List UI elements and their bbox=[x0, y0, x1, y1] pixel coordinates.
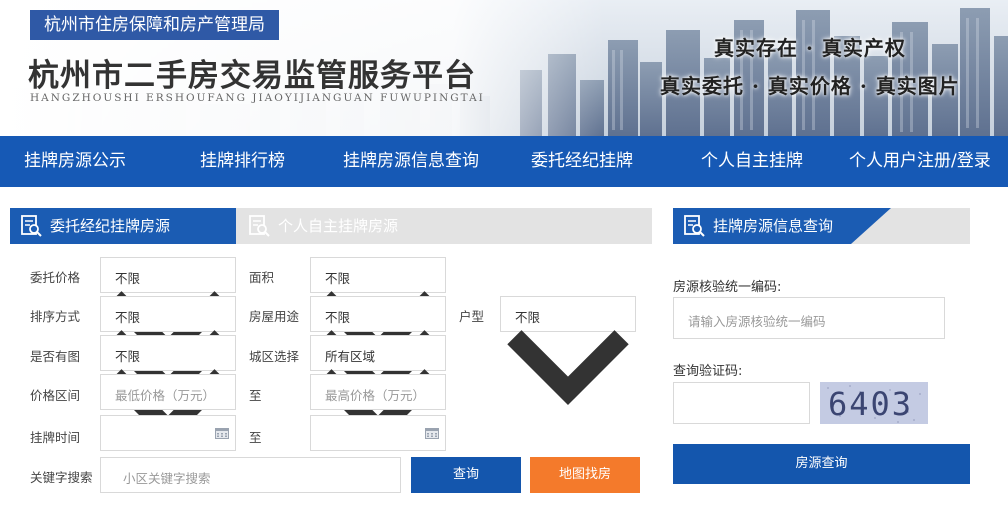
select-price[interactable]: 不限 bbox=[100, 257, 236, 367]
header-banner: 杭州市住房保障和房产管理局 杭州市二手房交易监管服务平台 HANGZHOUSHI… bbox=[0, 0, 1008, 136]
select-area[interactable]: 不限 bbox=[310, 257, 446, 367]
nav-item-register-login[interactable]: 个人用户注册/登录 bbox=[849, 136, 991, 187]
select-has-image[interactable]: 不限 bbox=[100, 335, 236, 445]
select-price-value: 不限 bbox=[115, 271, 141, 286]
end-date-input[interactable] bbox=[310, 415, 446, 451]
select-sort-value: 不限 bbox=[115, 310, 141, 325]
main-nav: 挂牌房源公示 挂牌排行榜 挂牌房源信息查询 委托经纪挂牌 个人自主挂牌 个人用户… bbox=[0, 136, 1008, 187]
listing-query-button[interactable]: 房源查询 bbox=[673, 444, 970, 484]
select-area-value: 不限 bbox=[325, 271, 351, 286]
keyword-input[interactable]: 小区关键字搜索 bbox=[100, 457, 401, 493]
max-price-input[interactable]: 最高价格（万元） bbox=[310, 374, 446, 410]
label-list-time: 挂牌时间 bbox=[30, 430, 81, 445]
slogan-line-1: 真实存在 · 真实产权 bbox=[714, 36, 906, 60]
select-usage[interactable]: 不限 bbox=[310, 296, 446, 406]
platform-title-pinyin: HANGZHOUSHI ERSHOUFANG JIAOYIJIANGUAN FU… bbox=[30, 92, 485, 104]
captcha-image[interactable]: 6403 bbox=[820, 382, 928, 424]
nav-item-listing-notice[interactable]: 挂牌房源公示 bbox=[24, 136, 126, 187]
select-district[interactable]: 所有区域 bbox=[310, 335, 446, 445]
select-sort[interactable]: 不限 bbox=[100, 296, 236, 406]
calendar-icon[interactable] bbox=[215, 427, 229, 439]
select-usage-value: 不限 bbox=[325, 310, 351, 325]
select-has-image-value: 不限 bbox=[115, 349, 141, 364]
listing-query-tabbar: 挂牌房源信息查询 bbox=[673, 208, 970, 244]
map-search-button[interactable]: 地图找房 bbox=[530, 457, 640, 493]
tab-personal-listings[interactable]: 个人自主挂牌房源 bbox=[238, 208, 438, 244]
slogan-line-2: 真实委托 · 真实价格 · 真实图片 bbox=[660, 74, 960, 98]
tab-agent-listings-label: 委托经纪挂牌房源 bbox=[50, 217, 171, 235]
label-price: 委托价格 bbox=[30, 270, 81, 285]
document-search-icon bbox=[21, 215, 42, 237]
captcha-text: 6403 bbox=[828, 385, 914, 423]
label-usage: 房屋用途 bbox=[249, 309, 300, 324]
listing-type-tabs: 委托经纪挂牌房源 个人自主挂牌房源 bbox=[10, 208, 652, 244]
label-district: 城区选择 bbox=[249, 349, 300, 364]
captcha-input[interactable] bbox=[673, 382, 810, 424]
label-sort: 排序方式 bbox=[30, 309, 81, 324]
nav-item-personal-listing[interactable]: 个人自主挂牌 bbox=[701, 136, 803, 187]
tab-listing-query[interactable]: 挂牌房源信息查询 bbox=[673, 208, 891, 244]
min-price-input[interactable]: 最低价格（万元） bbox=[100, 374, 236, 410]
label-has-image: 是否有图 bbox=[30, 349, 81, 364]
tab-listing-query-label: 挂牌房源信息查询 bbox=[713, 217, 834, 235]
label-to-price: 至 bbox=[249, 388, 262, 403]
start-date-input[interactable] bbox=[100, 415, 236, 451]
label-price-range: 价格区间 bbox=[30, 388, 81, 403]
select-district-value: 所有区域 bbox=[325, 349, 376, 364]
nav-item-listing-query[interactable]: 挂牌房源信息查询 bbox=[343, 136, 479, 187]
label-layout: 户型 bbox=[459, 309, 485, 324]
label-verification-code: 房源核验统一编码: bbox=[673, 280, 782, 295]
nav-item-agent-listing[interactable]: 委托经纪挂牌 bbox=[531, 136, 633, 187]
query-button[interactable]: 查询 bbox=[411, 457, 521, 493]
label-area: 面积 bbox=[249, 270, 275, 285]
bureau-name-badge: 杭州市住房保障和房产管理局 bbox=[30, 10, 279, 40]
platform-title: 杭州市二手房交易监管服务平台 bbox=[28, 58, 476, 94]
tab-personal-listings-label: 个人自主挂牌房源 bbox=[278, 217, 399, 235]
label-keyword: 关键字搜索 bbox=[30, 470, 93, 485]
select-layout-value: 不限 bbox=[515, 310, 541, 325]
label-captcha: 查询验证码: bbox=[673, 364, 743, 379]
select-layout[interactable]: 不限 bbox=[500, 296, 636, 406]
tab-agent-listings[interactable]: 委托经纪挂牌房源 bbox=[10, 208, 236, 244]
verification-code-input[interactable]: 请输入房源核验统一编码 bbox=[673, 297, 945, 339]
document-search-icon bbox=[683, 214, 705, 238]
label-to-date: 至 bbox=[249, 430, 262, 445]
document-search-icon bbox=[249, 215, 270, 237]
nav-item-ranking[interactable]: 挂牌排行榜 bbox=[200, 136, 285, 187]
calendar-icon[interactable] bbox=[425, 427, 439, 439]
